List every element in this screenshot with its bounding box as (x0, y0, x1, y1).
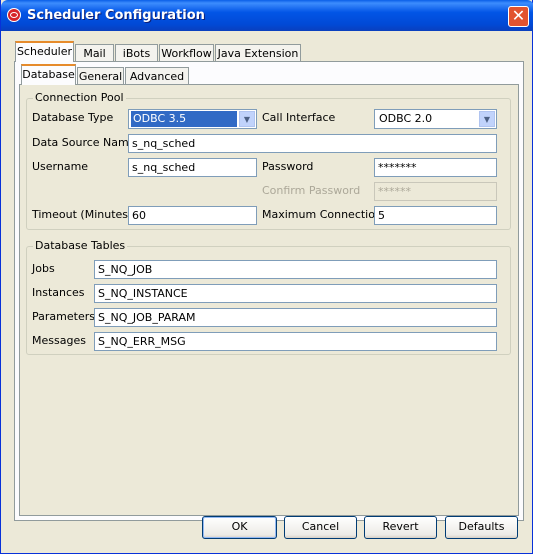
timeout-label: Timeout (Minutes) (32, 208, 133, 221)
instances-field[interactable]: S_NQ_INSTANCE (94, 284, 497, 303)
cancel-button[interactable]: Cancel (284, 516, 357, 539)
database-type-value: ODBC 3.5 (131, 111, 237, 127)
chevron-down-icon[interactable]: ▼ (479, 111, 495, 127)
data-source-name-label: Data Source Name (32, 136, 136, 149)
dialog-client-area: Scheduler Mail iBots Workflow Java Exten… (4, 31, 531, 551)
data-source-name-field[interactable]: s_nq_sched (128, 134, 497, 153)
timeout-field[interactable]: 60 (128, 206, 257, 225)
username-field[interactable]: s_nq_sched (128, 158, 257, 177)
parameters-field[interactable]: S_NQ_JOB_PARAM (94, 308, 497, 327)
title-bar[interactable]: Scheduler Configuration ✕ (1, 0, 533, 31)
jobs-field[interactable]: S_NQ_JOB (94, 260, 497, 279)
tab-scheduler[interactable]: Scheduler (15, 41, 74, 62)
chevron-down-icon[interactable]: ▼ (239, 111, 255, 127)
max-connections-field[interactable]: 5 (374, 206, 497, 225)
tab-database[interactable]: Database (21, 64, 76, 85)
confirm-password-label: Confirm Password (262, 184, 361, 197)
defaults-button[interactable]: Defaults (445, 516, 518, 539)
dialog-window: Scheduler Configuration ✕ Scheduler Mail… (0, 0, 533, 554)
tab-advanced[interactable]: Advanced (125, 67, 189, 85)
database-tables-legend: Database Tables (33, 239, 128, 252)
password-label: Password (262, 160, 314, 173)
window-title: Scheduler Configuration (27, 8, 205, 23)
max-connections-label: Maximum Connections (262, 208, 388, 221)
tab-ibots[interactable]: iBots (115, 44, 158, 62)
database-tables-group: Database Tables Jobs S_NQ_JOB Instances … (26, 240, 511, 355)
instances-label: Instances (32, 286, 85, 299)
connection-pool-legend: Connection Pool (33, 91, 126, 104)
close-button[interactable]: ✕ (508, 6, 529, 27)
revert-button[interactable]: Revert (364, 516, 437, 539)
oracle-app-icon (7, 8, 21, 22)
scheduler-tab-panel: Database General Advanced Connection Poo… (14, 61, 524, 521)
confirm-password-field: ****** (374, 182, 497, 201)
password-field[interactable]: ******* (374, 158, 497, 177)
tab-workflow[interactable]: Workflow (159, 44, 214, 62)
username-label: Username (32, 160, 89, 173)
tab-general[interactable]: General (77, 67, 124, 85)
ok-button[interactable]: OK (202, 516, 277, 539)
call-interface-value: ODBC 2.0 (379, 112, 433, 125)
jobs-label: Jobs (32, 262, 55, 275)
database-type-select[interactable]: ODBC 3.5 ▼ (128, 109, 257, 129)
messages-label: Messages (32, 334, 86, 347)
call-interface-label: Call Interface (262, 111, 336, 124)
messages-field[interactable]: S_NQ_ERR_MSG (94, 332, 497, 351)
call-interface-select[interactable]: ODBC 2.0 ▼ (374, 109, 497, 129)
tab-mail[interactable]: Mail (75, 44, 114, 62)
database-tab-panel: Connection Pool Database Type ODBC 3.5 ▼… (19, 84, 519, 516)
parameters-label: Parameters (32, 310, 95, 323)
database-type-label: Database Type (32, 111, 114, 124)
tab-java-extension[interactable]: Java Extension (215, 44, 301, 62)
connection-pool-group: Connection Pool Database Type ODBC 3.5 ▼… (26, 92, 511, 230)
